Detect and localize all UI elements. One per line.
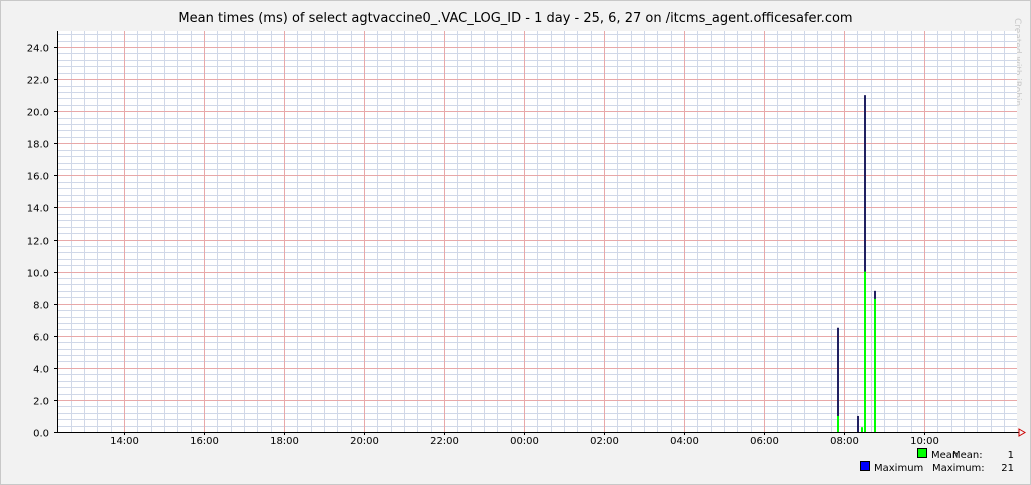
y-tick-label: 18.0 bbox=[27, 140, 49, 151]
x-tick-label: 10:00 bbox=[910, 436, 939, 447]
y-tick-label: 16.0 bbox=[27, 172, 49, 183]
y-tick-label: 24.0 bbox=[27, 44, 49, 55]
y-tick-label: 4.0 bbox=[33, 365, 49, 376]
x-tick-label: 20:00 bbox=[350, 436, 379, 447]
x-tick-label: 00:00 bbox=[510, 436, 539, 447]
x-tick-label: 06:00 bbox=[750, 436, 779, 447]
y-tick-label: 6.0 bbox=[33, 333, 49, 344]
y-tick-label: 8.0 bbox=[33, 301, 49, 312]
mean-spike bbox=[837, 415, 839, 432]
x-tick-label: 16:00 bbox=[190, 436, 219, 447]
x-tick-label: 14:00 bbox=[110, 436, 139, 447]
legend-stat-value-mean: 1 bbox=[1008, 450, 1014, 461]
x-tick-label: 02:00 bbox=[590, 436, 619, 447]
legend-swatch-mean bbox=[917, 448, 927, 458]
mean-spike bbox=[864, 271, 866, 432]
y-tick-label: 10.0 bbox=[27, 269, 49, 280]
legend: MeanMean: 1Maximum Maximum: 21 bbox=[860, 448, 1014, 474]
y-tick-label: 12.0 bbox=[27, 237, 49, 248]
mean-spike bbox=[874, 298, 876, 432]
x-tick-label: 04:00 bbox=[670, 436, 699, 447]
x-axis-arrow-icon bbox=[1018, 428, 1026, 437]
y-tick-label: 22.0 bbox=[27, 76, 49, 87]
x-axis-labels: 14:00 16:00 18:00 20:00 22:00 00:00 02:00 04:00… bbox=[110, 436, 939, 447]
legend-stat-label-mean: Mean: bbox=[952, 450, 983, 461]
y-axis-labels: 0.0 2.0 4.0 6.0 8.0 10.0 12.0 14.0 16.0 18.0 20.0 2… bbox=[27, 44, 49, 440]
maximum-spike bbox=[857, 415, 859, 432]
legend-stat-value-maximum: 21 bbox=[1001, 463, 1014, 474]
x-tick-label: 22:00 bbox=[430, 436, 459, 447]
chart-plot: 0.0 2.0 4.0 6.0 8.0 10.0 12.0 14.0 16.0 18.0 20.0 2… bbox=[27, 31, 1026, 474]
y-tick-label: 20.0 bbox=[27, 108, 49, 119]
legend-swatch-maximum bbox=[860, 461, 870, 471]
y-tick-label: 2.0 bbox=[33, 397, 49, 408]
mean-spike bbox=[861, 427, 863, 432]
x-tick-label: 08:00 bbox=[830, 436, 859, 447]
x-tick-label: 18:00 bbox=[270, 436, 299, 447]
y-tick-label: 14.0 bbox=[27, 204, 49, 215]
legend-label-maximum: Maximum bbox=[874, 463, 923, 474]
legend-stat-label-maximum: Maximum: bbox=[932, 463, 985, 474]
y-tick-label: 0.0 bbox=[33, 429, 49, 440]
